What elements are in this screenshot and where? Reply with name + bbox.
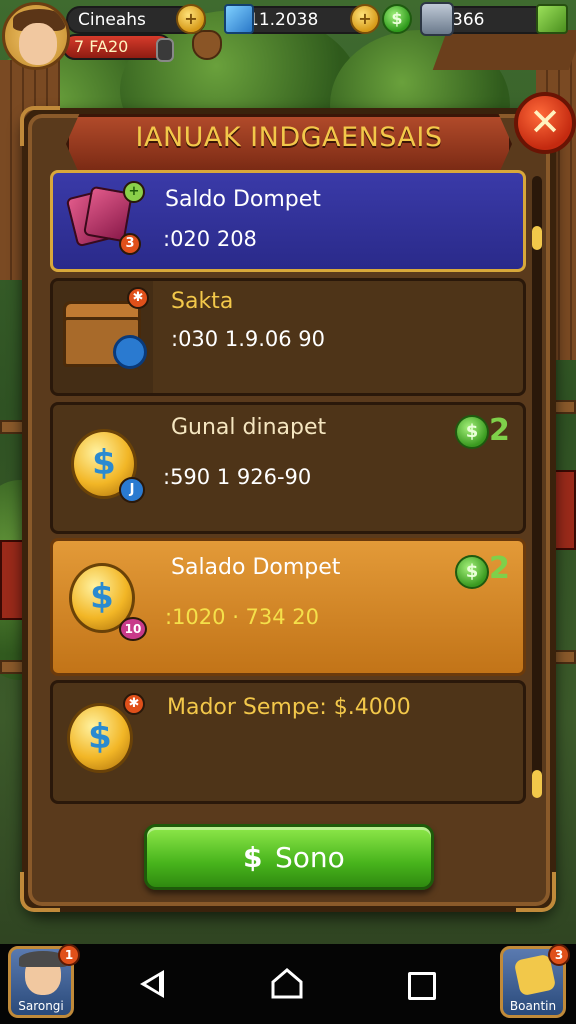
lock-icon (113, 335, 147, 369)
item-name: Mador Sempe: $.4000 (167, 695, 411, 720)
dollar-coin-icon: $ (455, 555, 489, 589)
list-item[interactable]: $ ✱ Mador Sempe: $.4000 (50, 680, 526, 804)
panel-corner-ornament (516, 872, 556, 912)
list-item[interactable]: ✱ Sakta :030 1.9.06 90 (50, 278, 526, 396)
avatar-face (19, 23, 57, 65)
cube-icon (224, 4, 254, 34)
back-icon-inner (146, 976, 159, 992)
gold-coin-icon: $ (67, 703, 133, 773)
alert-badge-icon: ✱ (127, 287, 149, 309)
item-name: Salado Dompet (171, 555, 341, 580)
alert-badge-icon: ✱ (123, 693, 145, 715)
character-label: Sarongi (18, 999, 64, 1013)
shop-label: Boantin (509, 999, 557, 1013)
plus-coin-icon[interactable]: + (176, 4, 206, 34)
action-label: Sono (275, 841, 345, 874)
hero-icon (420, 2, 454, 36)
close-button[interactable]: ✕ (514, 92, 576, 154)
notification-badge: 1 (58, 944, 80, 966)
dollar-gem-icon[interactable]: $ (382, 4, 412, 34)
list-item[interactable]: $ 10 Salado Dompet :1020 · 734 20 $ 2 (50, 538, 526, 676)
dollar-icon: $ (243, 841, 263, 874)
count-badge: 10 (119, 617, 147, 641)
notification-badge: 3 (548, 944, 570, 966)
panel-corner-ornament (20, 872, 60, 912)
home-icon[interactable] (270, 966, 304, 1000)
panel-corner-ornament (20, 106, 60, 146)
dollar-coin-icon: $ (455, 415, 489, 449)
list-item[interactable]: + 3 Saldo Dompet :020 208 (50, 170, 526, 272)
lock-icon (156, 38, 174, 62)
item-name: Sakta (171, 289, 234, 314)
item-value: :020 208 (163, 227, 257, 251)
sono-button[interactable]: $ Sono (144, 824, 434, 890)
top-hud: Cineahs 7 FA20 + 11.2038 + $ 366 (0, 0, 576, 72)
dialog-title: IANUAK INDGAENSAIS (135, 122, 443, 153)
item-value: :030 1.9.06 90 (171, 327, 326, 351)
plus-badge-icon: + (123, 181, 145, 203)
android-nav-bar (0, 944, 576, 1024)
item-name: Saldo Dompet (165, 187, 321, 212)
recent-apps-icon[interactable] (408, 972, 436, 1000)
count-badge: 3 (119, 233, 141, 255)
scrollbar-thumb[interactable] (532, 226, 542, 250)
count-badge: J (119, 477, 145, 503)
reward-count: 2 (489, 551, 510, 586)
item-value: :590 1 926-90 (163, 465, 312, 489)
plus-cube-icon[interactable]: + (350, 4, 380, 34)
item-name: Gunal dinapet (171, 415, 327, 440)
item-value: :1020 · 734 20 (165, 605, 320, 629)
sack-icon (192, 30, 222, 60)
player-avatar[interactable] (2, 2, 70, 70)
reward-count: 2 (489, 413, 510, 448)
scrollbar-thumb[interactable] (532, 770, 542, 798)
list-item[interactable]: $ J Gunal dinapet :590 1 926-90 $ 2 (50, 402, 526, 534)
scrollbar-track[interactable] (532, 176, 542, 796)
close-icon: ✕ (529, 100, 561, 144)
chest-icon[interactable] (536, 4, 568, 34)
